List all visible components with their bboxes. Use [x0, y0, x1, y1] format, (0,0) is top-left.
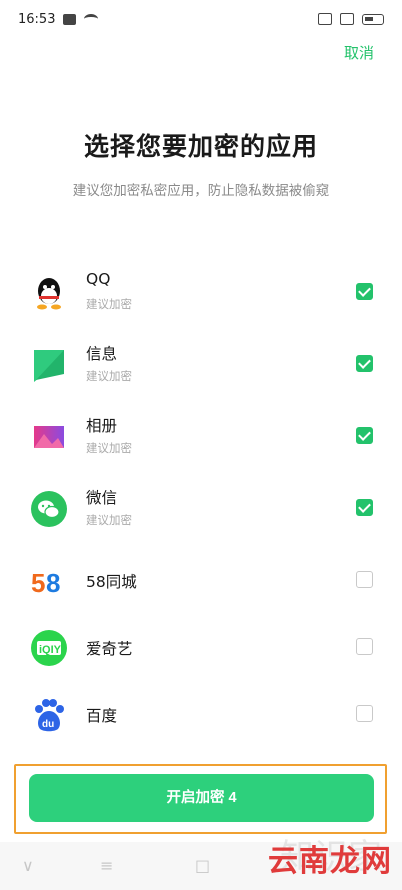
wifi-icon	[84, 14, 99, 24]
recent-nav-icon[interactable]: □	[195, 856, 210, 875]
status-time: 16:53	[18, 11, 56, 27]
page-subtitle: 建议您加密私密应用，防止隐私数据被偷窥	[72, 183, 330, 199]
app-row[interactable]: 相册 建议加密	[0, 401, 402, 473]
app-name: 百度	[86, 707, 118, 725]
nfc-icon	[318, 13, 332, 25]
menu-nav-icon[interactable]: ≡	[100, 856, 113, 875]
app-checkbox[interactable]	[356, 571, 373, 588]
messages-icon	[30, 346, 68, 384]
enable-encryption-button[interactable]: 开启加密 4	[29, 774, 374, 822]
mute-icon	[340, 13, 354, 25]
photos-icon	[30, 418, 68, 456]
notification-icon	[63, 13, 77, 25]
app-row[interactable]: 微信 建议加密	[0, 473, 402, 545]
svg-text:5: 5	[31, 568, 45, 598]
app-row[interactable]: QQ 建议加密	[0, 257, 402, 329]
app-recommendation: 建议加密	[86, 369, 132, 383]
watermark-text: 云南龙网	[268, 844, 392, 879]
58-icon: 58	[30, 562, 68, 600]
battery-icon	[362, 13, 384, 25]
app-name: 信息	[86, 345, 118, 363]
svg-text:du: du	[42, 719, 54, 730]
app-checkbox[interactable]	[356, 355, 373, 372]
status-bar: 16:53	[0, 0, 402, 38]
app-name: 58同城	[86, 573, 137, 591]
app-name: QQ	[86, 270, 111, 288]
baidu-icon: du	[30, 696, 68, 734]
back-nav-icon[interactable]: ∨	[22, 856, 34, 875]
iqiyi-icon: iQIYI	[30, 629, 68, 667]
app-checkbox[interactable]	[356, 499, 373, 516]
svg-text:8: 8	[46, 568, 60, 598]
app-row[interactable]: du 百度	[0, 679, 402, 751]
app-row[interactable]: 5 8 58同城	[0, 545, 402, 617]
app-name: 微信	[86, 489, 118, 507]
app-name: 爱奇艺	[86, 640, 133, 658]
app-checkbox[interactable]	[356, 638, 373, 655]
app-checkbox[interactable]	[356, 427, 373, 444]
qq-icon	[30, 274, 68, 312]
cancel-button[interactable]: 取消	[344, 42, 374, 63]
app-recommendation: 建议加密	[86, 441, 132, 455]
app-recommendation: 建议加密	[86, 297, 132, 311]
wechat-icon	[30, 490, 68, 528]
app-recommendation: 建议加密	[86, 513, 132, 527]
svg-text:iQIYI: iQIYI	[39, 644, 64, 656]
app-checkbox[interactable]	[356, 705, 373, 722]
app-row[interactable]: iQIYI 爱奇艺	[0, 612, 402, 684]
app-name: 相册	[86, 417, 118, 435]
app-row[interactable]: 信息 建议加密	[0, 329, 402, 401]
app-checkbox[interactable]	[356, 283, 373, 300]
page-title: 选择您要加密的应用	[83, 132, 318, 161]
